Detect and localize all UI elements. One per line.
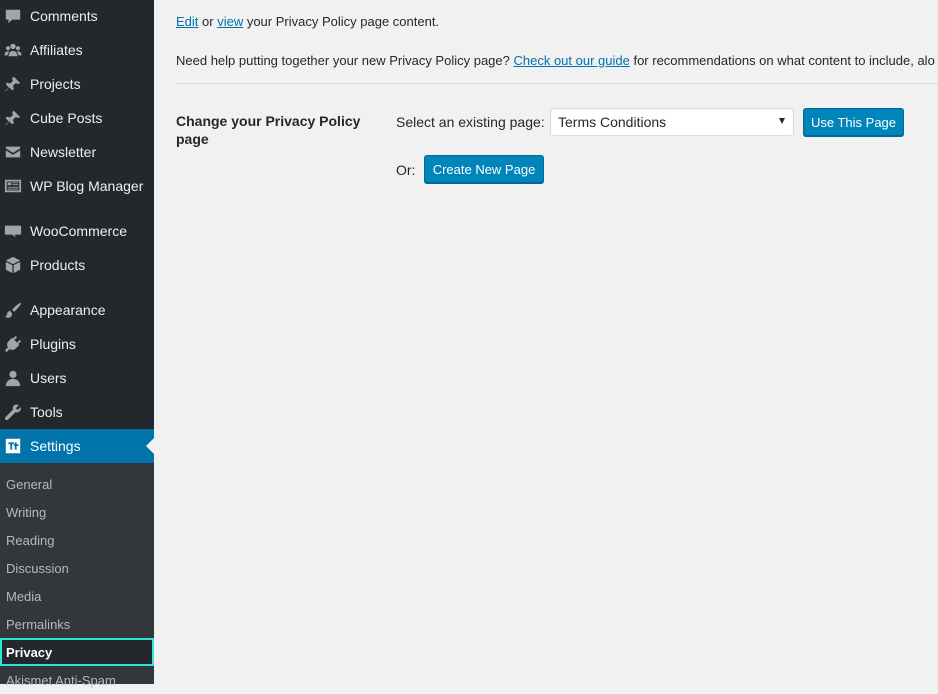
menu-item-tools[interactable]: Tools [0,395,154,429]
settings-submenu: General Writing Reading Discussion Media… [0,463,154,688]
or-text: or [198,14,218,29]
help-text: Need help putting together your new Priv… [176,53,514,68]
edit-view-line: Edit or view your Privacy Policy page co… [176,14,439,29]
menu-item-label: Comments [30,8,98,24]
help-suffix-text: for recommendations on what content to i… [629,53,935,68]
submenu-item-privacy[interactable]: Privacy [0,638,154,666]
chevron-down-icon [779,118,785,124]
settings-icon [3,436,23,456]
menu-item-label: Newsletter [30,144,97,160]
menu-item-plugins[interactable]: Plugins [0,327,154,361]
woo-icon [3,221,23,241]
groups-icon [3,40,23,60]
pushpin-icon [3,108,23,128]
menu-item-label: Users [30,370,67,386]
menu-item-label: Appearance [30,302,106,318]
select-label: Select an existing page: [396,114,545,130]
row-heading: Change your Privacy Policy page [176,113,361,147]
menu-item-appearance[interactable]: Appearance [0,293,154,327]
guide-link[interactable]: Check out our guide [513,53,629,68]
divider [176,83,938,84]
brush-icon [3,300,23,320]
help-line: Need help putting together your new Priv… [176,53,935,68]
menu-item-projects[interactable]: Projects [0,67,154,101]
blog-icon [3,176,23,196]
menu-item-label: Products [30,257,86,273]
main-content: Edit or view your Privacy Policy page co… [154,0,938,684]
or-label: Or: [396,162,416,178]
select-value: Terms Conditions [558,114,667,130]
wrench-icon [3,402,23,422]
menu-item-label: Cube Posts [30,110,103,126]
menu-item-products[interactable]: Products [0,248,154,282]
plug-icon [3,334,23,354]
box-icon [3,255,23,275]
submenu-item-permalinks[interactable]: Permalinks [0,610,154,638]
envelope-icon [3,142,23,162]
submenu-item-akismet[interactable]: Akismet Anti-Spam [0,666,154,694]
menu-item-comments[interactable]: Comments [0,0,154,33]
user-icon [3,368,23,388]
comment-icon [3,6,23,26]
submenu-item-discussion[interactable]: Discussion [0,554,154,582]
menu-item-wp-blog-manager[interactable]: WP Blog Manager [0,169,154,203]
menu-item-newsletter[interactable]: Newsletter [0,135,154,169]
menu-item-label: WP Blog Manager [30,178,144,194]
use-this-page-button[interactable]: Use This Page [803,108,904,136]
page-content-text: your Privacy Policy page content. [243,14,440,29]
menu-item-users[interactable]: Users [0,361,154,395]
submenu-item-writing[interactable]: Writing [0,498,154,526]
edit-link[interactable]: Edit [176,14,198,29]
menu-item-label: Tools [30,404,63,420]
menu-item-cube-posts[interactable]: Cube Posts [0,101,154,135]
submenu-item-general[interactable]: General [0,470,154,498]
menu-item-settings[interactable]: Settings [0,429,154,463]
menu-item-label: Settings [30,438,81,454]
menu-item-woocommerce[interactable]: WooCommerce [0,214,154,248]
submenu-item-media[interactable]: Media [0,582,154,610]
menu-item-affiliates[interactable]: Affiliates [0,33,154,67]
menu-item-label: Plugins [30,336,76,352]
page-select[interactable]: Terms Conditions [550,108,794,136]
admin-sidebar: Comments Affiliates Projects Cube Posts … [0,0,154,688]
pushpin-icon [3,74,23,94]
menu-item-label: Projects [30,76,81,92]
submenu-item-reading[interactable]: Reading [0,526,154,554]
menu-item-label: Affiliates [30,42,83,58]
view-link[interactable]: view [217,14,243,29]
create-new-page-button[interactable]: Create New Page [424,155,544,183]
menu-item-label: WooCommerce [30,223,127,239]
